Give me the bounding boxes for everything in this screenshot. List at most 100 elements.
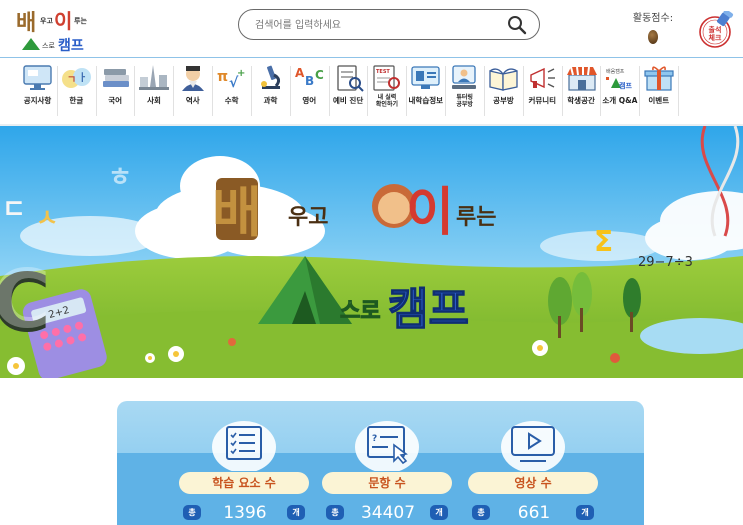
stat-card-1: ? 문항 수총 34407 개: [322, 415, 452, 525]
tutoring-screen-icon: [452, 65, 477, 89]
checklist-icon: [212, 421, 276, 471]
stat-prefix-badge: 총: [472, 505, 490, 520]
hangul-letters-icon: ㄱㅏ: [61, 68, 91, 88]
header-divider: [0, 57, 743, 58]
svg-text:C: C: [0, 253, 51, 346]
floating-letter-s: ㅅ: [36, 204, 58, 232]
logo-char-i: 이: [54, 9, 73, 33]
nav-item-16[interactable]: 이벤트: [639, 60, 680, 122]
logo-word-runeun: 루는: [74, 17, 87, 25]
logo-word-camp: 캠프: [58, 38, 84, 54]
nav-item-15[interactable]: 배움캠프 캠프 소개 Q&A: [600, 60, 641, 122]
stat-label: 문항 수: [322, 472, 452, 494]
nav-item-8[interactable]: 예비 진단: [329, 60, 369, 122]
nav-separator: [678, 66, 680, 116]
floating-letter-sigma: Σ: [594, 225, 613, 258]
stat-label: 학습 요소 수: [179, 472, 309, 494]
nav-item-4[interactable]: 역사: [173, 60, 214, 122]
activity-score-label: 활동점수:: [632, 13, 674, 24]
floating-letter-d: ㄷ: [2, 195, 26, 225]
svg-text:B: B: [305, 74, 314, 88]
stat-total: 총 34407 개: [326, 503, 452, 525]
diagnosis-document-icon: [336, 65, 364, 92]
stat-prefix-badge: 총: [326, 505, 344, 520]
banner-illustration: 2+2 C C ㄷ ㅅ ㅎ Σ 29−7÷3 배 우고 이 루는 스로 캠프: [0, 126, 743, 378]
english-letters-icon: AB C: [295, 66, 324, 88]
banner-title-ugo: 우고: [288, 205, 328, 230]
logo-char-bae: 배: [16, 11, 37, 36]
open-book-icon: [489, 68, 518, 91]
video-play-icon: [501, 421, 565, 471]
attendance-stamp-icon[interactable]: 출석 체크: [696, 11, 736, 49]
nav-item-13[interactable]: 커뮤니티: [523, 60, 563, 122]
stat-total: 총 1396 개: [183, 503, 309, 525]
math-symbols-icon: π √+: [217, 68, 245, 91]
stats-panel: 학습 요소 수 총 1396 개? 문항 수 총 34407 개 영상 수 총 661 개: [117, 401, 644, 525]
stat-suffix-badge: 개: [430, 505, 448, 520]
nav-item-2[interactable]: 국어: [96, 60, 136, 122]
test-magnifier-icon: TEST: [373, 65, 401, 91]
stat-value: 661: [517, 503, 551, 523]
monitor-notice-icon: [23, 65, 52, 90]
search-bar: [238, 9, 540, 40]
svg-text:체크: 체크: [709, 33, 722, 42]
search-icon[interactable]: [507, 15, 527, 35]
svg-text:+: +: [237, 68, 245, 79]
nav-item-5[interactable]: π √ + 수학: [212, 60, 252, 122]
logo-tent-icon: [22, 38, 40, 50]
banner-title-bae: 배: [212, 181, 262, 244]
stat-suffix-badge: 개: [576, 505, 594, 520]
svg-text:ㄱ: ㄱ: [67, 75, 76, 86]
stat-label: 영상 수: [468, 472, 598, 494]
banner-title-camp: 캠프: [388, 284, 469, 335]
nav-item-14[interactable]: 학생공간: [562, 60, 602, 122]
category-nav: 공지사항 ㄱㅏ 한글 국어 사회 역사 π √ + 수학 과학 A B C 영어 예비 진단 TEST 내 실력 …: [18, 60, 680, 122]
svg-text:캠프: 캠프: [619, 81, 632, 90]
nav-item-11[interactable]: 튜터링 공부방: [445, 60, 485, 122]
svg-text:π: π: [217, 69, 228, 85]
stat-suffix-badge: 개: [287, 505, 305, 520]
gift-box-icon: [644, 66, 674, 91]
nav-item-10[interactable]: 내학습정보: [406, 60, 447, 122]
hero-banner[interactable]: 2+2 C C ㄷ ㅅ ㅎ Σ 29−7÷3 배 우고 이 루는 스로 캠프: [0, 126, 743, 378]
stat-card-0: 학습 요소 수총 1396 개: [179, 415, 309, 525]
search-input[interactable]: [255, 15, 495, 35]
banner-title-runeun: 루는: [456, 205, 496, 230]
svg-text:ㅏ: ㅏ: [78, 72, 87, 84]
stat-total: 총 661 개: [472, 503, 598, 525]
svg-text:출석: 출석: [709, 25, 722, 34]
logo-word-ugo: 우고: [40, 17, 53, 25]
logo-word-sro: 스로: [42, 42, 55, 50]
microscope-icon: [260, 65, 280, 89]
svg-text:TEST: TEST: [376, 69, 390, 75]
nav-item-7[interactable]: A B C 영어: [290, 60, 330, 122]
books-stack-icon: [102, 69, 129, 87]
svg-text:?: ?: [372, 434, 377, 444]
stat-value: 34407: [360, 503, 416, 523]
floating-letter-h: ㅎ: [108, 163, 132, 193]
banner-equation: 29−7÷3: [638, 255, 693, 270]
svg-text:C: C: [315, 68, 324, 82]
banner-title-sro: 스로: [340, 299, 380, 324]
stat-value: 1396: [223, 503, 267, 523]
nav-item-9[interactable]: TEST 내 실력 확인하기: [367, 60, 408, 122]
megaphone-icon: [530, 67, 555, 89]
header: 배 우고 이 루는 스로 캠프 활동점수: 출석 체크: [0, 0, 743, 57]
nav-item-6[interactable]: 과학: [251, 60, 291, 122]
activity-score: 활동점수:: [628, 9, 678, 44]
stat-card-2: 영상 수총 661 개: [468, 415, 598, 525]
svg-text:A: A: [295, 66, 305, 80]
store-front-icon: [566, 66, 597, 91]
learning-monitor-icon: [411, 66, 440, 89]
nav-item-1[interactable]: ㄱㅏ 한글: [57, 60, 97, 122]
seed-icon: [648, 30, 658, 44]
site-logo[interactable]: 배 우고 이 루는 스로 캠프: [14, 5, 94, 54]
nav-item-0[interactable]: 공지사항: [18, 60, 58, 122]
banner-title-i: 이: [406, 183, 454, 243]
question-click-icon: ?: [355, 421, 419, 471]
nav-item-label: 이벤트: [648, 96, 670, 105]
stat-prefix-badge: 총: [183, 505, 201, 520]
page: 배 우고 이 루는 스로 캠프 활동점수: 출석 체크: [0, 0, 743, 525]
nav-item-3[interactable]: 사회: [134, 60, 175, 122]
nav-item-12[interactable]: 공부방: [484, 60, 524, 122]
